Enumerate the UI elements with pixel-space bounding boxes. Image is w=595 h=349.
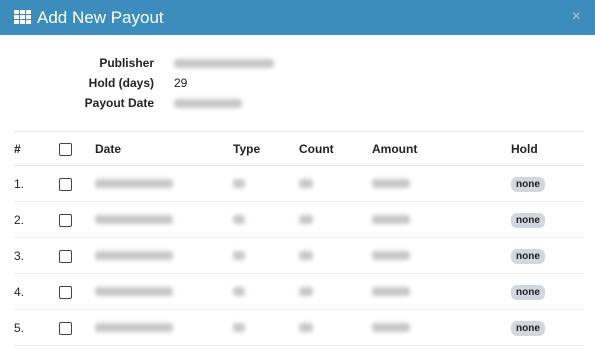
amount-redacted [372, 214, 410, 224]
table-row: 4. none [14, 273, 584, 310]
col-date-header: Date [95, 131, 233, 166]
type-redacted [233, 286, 245, 296]
publisher-value-redacted [174, 58, 274, 68]
table-header-row: # Date Type Count Amount Hold [14, 131, 584, 166]
type-redacted [233, 250, 245, 260]
table-row: 3. none [14, 237, 584, 274]
row-num: 2. [14, 201, 59, 238]
row-num: 4. [14, 273, 59, 310]
col-num-header: # [14, 131, 59, 166]
type-redacted [233, 322, 245, 332]
type-redacted [233, 178, 245, 188]
payout-date-label: Payout Date [84, 96, 154, 110]
table-row: 5. none [14, 309, 584, 346]
count-redacted [299, 178, 313, 188]
table-row: 1. none [14, 165, 584, 202]
amount-redacted [372, 322, 410, 332]
hold-badge: none [511, 176, 545, 192]
hold-badge: none [511, 320, 545, 336]
row-num: 5. [14, 309, 59, 346]
col-select-header [59, 131, 95, 166]
modal-title: Add New Payout [37, 7, 164, 27]
row-checkbox[interactable] [59, 321, 72, 335]
amount-redacted [372, 178, 410, 188]
date-redacted [95, 250, 173, 260]
col-hold-header: Hold [511, 131, 584, 166]
count-redacted [299, 322, 313, 332]
row-checkbox[interactable] [59, 213, 72, 227]
payout-date-row: Payout Date [60, 93, 274, 113]
count-redacted [299, 250, 313, 260]
publisher-row: Publisher [60, 53, 274, 73]
amount-redacted [372, 286, 410, 296]
hold-badge: none [511, 284, 545, 300]
date-redacted [95, 214, 173, 224]
row-checkbox[interactable] [59, 249, 72, 263]
count-redacted [299, 286, 313, 296]
row-checkbox[interactable] [59, 177, 72, 191]
publisher-label: Publisher [99, 56, 154, 70]
row-checkbox[interactable] [59, 285, 72, 299]
type-redacted [233, 214, 245, 224]
select-all-checkbox[interactable] [59, 142, 72, 156]
payouts-table: # Date Type Count Amount Hold 1. none 2. [14, 131, 584, 346]
hold-value: 29 [174, 76, 188, 90]
hold-badge: none [511, 248, 545, 264]
close-icon[interactable]: × [572, 8, 581, 26]
hold-row: Hold (days) 29 [60, 73, 274, 93]
col-amount-header: Amount [372, 131, 511, 166]
hold-badge: none [511, 212, 545, 228]
date-redacted [95, 286, 173, 296]
table-row: 2. none [14, 201, 584, 238]
row-num: 1. [14, 165, 59, 202]
date-redacted [95, 322, 173, 332]
modal-header: Add New Payout × [0, 0, 595, 35]
amount-redacted [372, 250, 410, 260]
hold-label: Hold (days) [88, 76, 154, 90]
row-num: 3. [14, 237, 59, 274]
payout-details: Publisher Hold (days) 29 Payout Date [60, 53, 274, 113]
payout-date-value-redacted [174, 98, 242, 108]
grid-icon [14, 9, 31, 26]
count-redacted [299, 214, 313, 224]
col-count-header: Count [299, 131, 372, 166]
col-type-header: Type [233, 131, 299, 166]
add-payout-modal: Add New Payout × Publisher Hold (days) 2… [0, 0, 595, 349]
date-redacted [95, 178, 173, 188]
